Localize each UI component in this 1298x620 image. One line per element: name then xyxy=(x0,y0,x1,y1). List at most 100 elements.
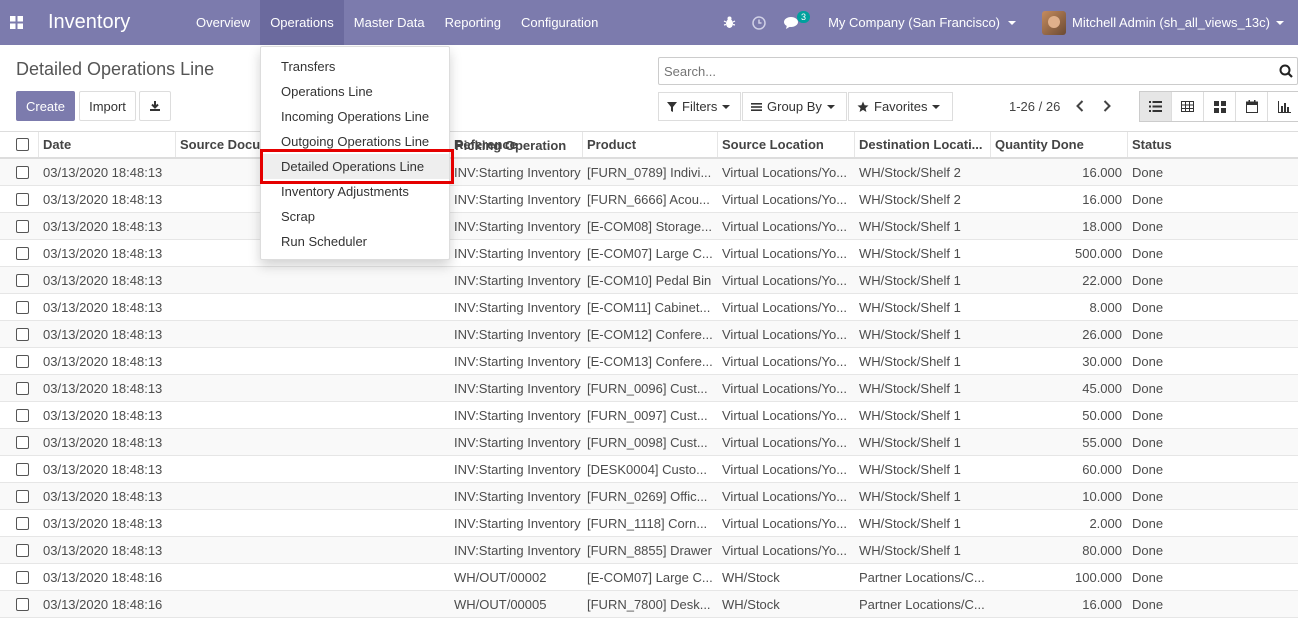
row-checkbox[interactable] xyxy=(16,408,29,422)
row-checkbox[interactable] xyxy=(16,165,29,179)
table-row[interactable]: 03/13/2020 18:48:13 INV:Starting Inventor… xyxy=(0,267,1298,294)
row-checkbox[interactable] xyxy=(16,192,29,206)
cell-destination-location: WH/Stock/Shelf 1 xyxy=(859,353,961,369)
row-checkbox[interactable] xyxy=(16,300,29,314)
row-select-cell xyxy=(0,402,39,428)
table-row[interactable]: 03/13/2020 18:48:13 INV:Starting Inventor… xyxy=(0,402,1298,429)
graph-view-icon[interactable] xyxy=(1268,92,1298,121)
menu-configuration[interactable]: Configuration xyxy=(511,0,608,45)
table-row[interactable]: 03/13/2020 18:48:13 INV:Starting Inventor… xyxy=(0,537,1298,564)
select-all-checkbox[interactable] xyxy=(16,138,29,151)
column-header-date[interactable]: Date xyxy=(39,132,176,157)
cell-quantity-done: 26.000 xyxy=(1082,326,1122,342)
table-row[interactable]: 03/13/2020 18:48:13 INV:Starting Inventor… xyxy=(0,186,1298,213)
pager-next-icon[interactable] xyxy=(1099,96,1115,116)
debug-bug-icon[interactable] xyxy=(714,0,744,45)
operations-dropdown-menu: Transfers Operations Line Incoming Opera… xyxy=(260,46,450,260)
row-checkbox[interactable] xyxy=(16,516,29,530)
chevron-down-icon xyxy=(1276,20,1284,25)
cell-quantity-done: 55.000 xyxy=(1082,434,1122,450)
column-header-status[interactable]: Status xyxy=(1128,132,1239,157)
cell-source-location: Virtual Locations/Yo... xyxy=(722,191,848,207)
row-checkbox[interactable] xyxy=(16,273,29,287)
table-row[interactable]: 03/13/2020 18:48:13 INV:Starting Inventor… xyxy=(0,321,1298,348)
app-title[interactable]: Inventory xyxy=(32,11,186,34)
list-view-icon[interactable] xyxy=(1140,92,1172,121)
cell-source-location: Virtual Locations/Yo... xyxy=(722,326,848,342)
row-checkbox[interactable] xyxy=(16,354,29,368)
table-row[interactable]: 03/13/2020 18:48:13 INV:Starting Inventor… xyxy=(0,510,1298,537)
menu-item-scrap[interactable]: Scrap xyxy=(261,204,449,229)
pager-previous-icon[interactable] xyxy=(1072,96,1088,116)
pager-value[interactable]: 1-26 / 26 xyxy=(1009,99,1060,114)
column-header-product[interactable]: Product xyxy=(583,132,718,157)
cell-destination-location: WH/Stock/Shelf 2 xyxy=(859,164,961,180)
cell-status: Done xyxy=(1132,353,1164,369)
menu-item-detailed-operations-line[interactable]: Detailed Operations Line xyxy=(261,154,449,179)
menu-operations[interactable]: Operations xyxy=(260,0,344,45)
row-checkbox[interactable] xyxy=(16,462,29,476)
row-checkbox[interactable] xyxy=(16,327,29,341)
kanban-view-icon[interactable] xyxy=(1204,92,1236,121)
table-row[interactable]: 03/13/2020 18:48:16 WH/OUT/00005 [FURN_780… xyxy=(0,591,1298,618)
row-checkbox[interactable] xyxy=(16,219,29,233)
menu-item-outgoing-operations-line[interactable]: Outgoing Operations Line xyxy=(261,129,449,154)
import-button[interactable]: Import xyxy=(79,91,136,121)
row-select-cell xyxy=(0,564,39,590)
row-select-cell xyxy=(0,159,39,185)
activity-clock-icon[interactable] xyxy=(744,0,774,45)
table-row[interactable]: 03/13/2020 18:48:13 INV:Starting Inventor… xyxy=(0,240,1298,267)
cell-reference: INV:Starting Inventory xyxy=(454,218,581,234)
search-input[interactable] xyxy=(664,63,1275,79)
cell-source-document xyxy=(176,510,450,536)
menu-master-data[interactable]: Master Data xyxy=(344,0,435,45)
filters-button[interactable]: Filters xyxy=(658,92,741,121)
cell-product: [E-COM10] Pedal Bin xyxy=(587,272,712,288)
menu-item-incoming-operations-line[interactable]: Incoming Operations Line xyxy=(261,104,449,129)
menu-reporting[interactable]: Reporting xyxy=(435,0,511,45)
row-checkbox[interactable] xyxy=(16,489,29,503)
menu-item-transfers[interactable]: Transfers xyxy=(261,54,449,79)
cell-reference: INV:Starting Inventory xyxy=(454,407,581,423)
row-checkbox[interactable] xyxy=(16,543,29,557)
export-button[interactable] xyxy=(139,91,171,121)
messages-icon[interactable]: 3 xyxy=(774,0,811,45)
pivot-view-icon[interactable] xyxy=(1172,92,1204,121)
cell-quantity-done: 80.000 xyxy=(1082,542,1122,558)
table-row[interactable]: 03/13/2020 18:48:13 INV:Starting Inventor… xyxy=(0,429,1298,456)
row-checkbox[interactable] xyxy=(16,381,29,395)
row-checkbox[interactable] xyxy=(16,570,29,584)
search-icon[interactable] xyxy=(1275,64,1297,78)
table-row[interactable]: 03/13/2020 18:48:13 INV:Starting Inventor… xyxy=(0,294,1298,321)
favorites-button[interactable]: Favorites xyxy=(848,92,953,121)
column-header-destination-location[interactable]: Destination Locati... xyxy=(855,132,991,157)
table-row[interactable]: 03/13/2020 18:48:13 INV:Starting Inventor… xyxy=(0,159,1298,186)
group-by-button[interactable]: Group By xyxy=(742,92,847,121)
row-checkbox[interactable] xyxy=(16,435,29,449)
row-checkbox[interactable] xyxy=(16,597,29,611)
menu-item-inventory-adjustments[interactable]: Inventory Adjustments xyxy=(261,179,449,204)
cell-status: Done xyxy=(1132,542,1164,558)
cell-date: 03/13/2020 18:48:13 xyxy=(43,299,163,315)
table-row[interactable]: 03/13/2020 18:48:13 INV:Starting Inventor… xyxy=(0,213,1298,240)
bars-icon xyxy=(751,102,762,111)
calendar-view-icon[interactable] xyxy=(1236,92,1268,121)
cell-destination-location: WH/Stock/Shelf 1 xyxy=(859,218,961,234)
column-header-quantity-done[interactable]: Quantity Done xyxy=(991,132,1128,157)
column-header-source-location[interactable]: Source Location xyxy=(718,132,855,157)
cell-source-location: Virtual Locations/Yo... xyxy=(722,272,848,288)
menu-item-run-scheduler[interactable]: Run Scheduler xyxy=(261,229,449,254)
row-checkbox[interactable] xyxy=(16,246,29,260)
table-row[interactable]: 03/13/2020 18:48:13 INV:Starting Inventor… xyxy=(0,348,1298,375)
create-button[interactable]: Create xyxy=(16,91,75,121)
table-row[interactable]: 03/13/2020 18:48:16 WH/OUT/00002 [E-COM07]… xyxy=(0,564,1298,591)
company-switcher[interactable]: My Company (San Francisco) xyxy=(810,15,1028,30)
apps-menu-icon[interactable] xyxy=(0,0,32,45)
table-row[interactable]: 03/13/2020 18:48:13 INV:Starting Inventor… xyxy=(0,483,1298,510)
table-row[interactable]: 03/13/2020 18:48:13 INV:Starting Inventor… xyxy=(0,456,1298,483)
menu-item-operations-line[interactable]: Operations Line xyxy=(261,79,449,104)
table-row[interactable]: 03/13/2020 18:48:13 INV:Starting Inventor… xyxy=(0,375,1298,402)
user-menu[interactable]: Mitchell Admin (sh_all_views_13c) xyxy=(1028,10,1298,35)
menu-overview[interactable]: Overview xyxy=(186,0,260,45)
column-header-picking-operation[interactable]: Picking Operation xyxy=(455,138,566,153)
